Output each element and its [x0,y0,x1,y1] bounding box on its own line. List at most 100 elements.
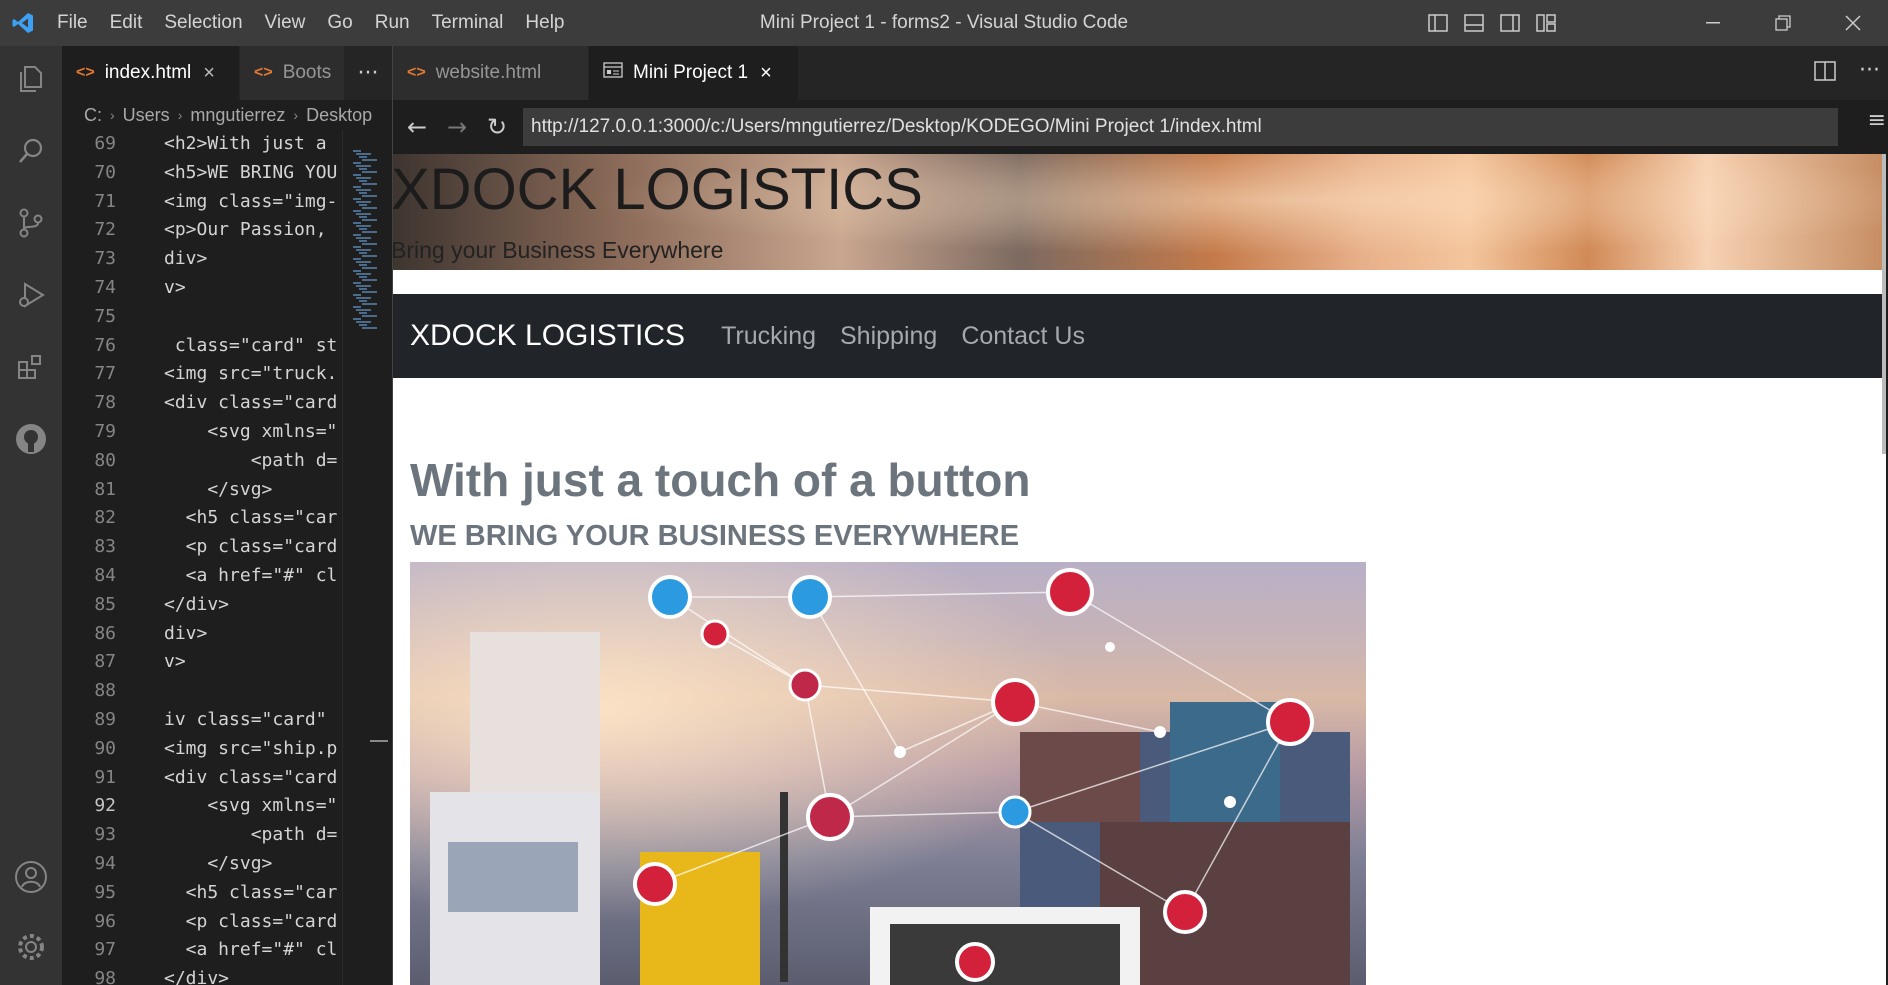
forward-icon[interactable]: → [437,107,477,147]
more-actions-icon[interactable]: ··· [1859,58,1880,83]
line-number: 92 [94,795,116,817]
code-text: <h5>WE BRING YOU [164,161,338,183]
settings-gear-icon[interactable] [0,916,62,978]
line-number: 74 [94,276,116,298]
minimap-line [356,321,371,323]
extensions-icon[interactable] [0,336,62,398]
split-editor-icon[interactable] [1814,61,1838,85]
line-number: 75 [94,305,116,327]
search-icon[interactable] [0,120,62,182]
menu-edit[interactable]: Edit [99,0,154,46]
minimap-line [356,297,371,299]
toggle-secondary-sidebar-icon[interactable] [1498,11,1522,35]
line-number: 93 [94,824,116,846]
github-icon[interactable] [0,408,62,470]
line-number: 78 [94,392,116,414]
menu-run[interactable]: Run [364,0,421,46]
line-number: 73 [94,248,116,270]
minimap-line [362,291,377,293]
minimap[interactable] [342,130,392,985]
minimap-line [359,252,367,254]
restore-icon[interactable] [1748,0,1818,46]
line-number: 90 [94,737,116,759]
browser-menu-icon[interactable]: ≡ [1868,108,1886,133]
chevron-right-icon: › [293,107,299,123]
files-icon[interactable] [0,48,62,110]
code-text: <div class="card [164,392,338,414]
nav-link-contact[interactable]: Contact Us [961,322,1085,351]
line-number: 83 [94,536,116,558]
html-file-icon: <> [254,64,273,81]
menu-selection[interactable]: Selection [153,0,253,46]
line-number: 71 [94,190,116,212]
minimap-line [353,318,361,320]
nav-link-shipping[interactable]: Shipping [840,322,937,351]
menu-help[interactable]: Help [514,0,575,46]
code-text: <p>Our Passion, [164,219,327,241]
minimap-line [353,258,361,260]
breadcrumb-item[interactable]: mngutierrez [190,105,285,126]
editor-scrollbar[interactable] [370,740,388,742]
code-editor[interactable]: 69 <h2>With just a 70 <h5>WE BRING YOU 71 <im… [62,130,392,985]
account-icon[interactable] [0,846,62,908]
minimap-line [356,273,371,275]
chevron-right-icon: › [177,107,183,123]
browser-preview-icon [603,62,623,84]
customize-layout-icon[interactable] [1534,11,1558,35]
more-actions-icon[interactable]: ··· [344,46,392,100]
page-scrollbar[interactable] [1882,154,1886,454]
code-text: <img class="img- [164,190,338,212]
code-text: iv class="card" [164,708,327,730]
nav-link-trucking[interactable]: Trucking [721,322,816,351]
minimap-line [362,303,377,305]
code-text: <img src="ship.p [164,737,338,759]
line-number: 69 [94,133,116,154]
minimap-line [359,168,367,170]
run-debug-icon[interactable] [0,264,62,326]
tab-mini-project-preview[interactable]: Mini Project 1 × [589,46,799,100]
reload-icon[interactable]: ↻ [477,107,517,147]
code-text: <div class="card [164,766,338,788]
minimap-line [362,231,377,233]
minimap-line [353,270,361,272]
line-number: 94 [94,852,116,874]
minimap-line [353,294,361,296]
page-subheading: WE BRING YOUR BUSINESS EVERYWHERE [410,520,1020,552]
tab-bootstrap[interactable]: <> Boots [240,46,350,100]
minimap-line [362,243,377,245]
source-control-icon[interactable] [0,192,62,254]
minimap-line [359,300,367,302]
tab-label: Mini Project 1 [633,62,749,83]
minimize-icon[interactable] [1678,0,1748,46]
right-tab-bar: <> website.html Mini Project 1 × ··· [393,46,1888,100]
breadcrumb-item[interactable]: Desktop [306,105,372,126]
minimap-line [356,189,371,191]
back-icon[interactable]: ← [397,107,437,147]
toggle-primary-sidebar-icon[interactable] [1426,11,1450,35]
code-text: <h5 class="car [164,881,338,903]
minimap-line [359,204,367,206]
menu-file[interactable]: File [46,0,99,46]
menu-view[interactable]: View [254,0,317,46]
close-window-icon[interactable] [1818,0,1888,46]
close-tab-icon[interactable]: × [203,62,215,85]
tab-index-html[interactable]: <> index.html × [62,46,240,100]
url-input[interactable] [523,108,1838,146]
minimap-line [362,171,377,173]
minimap-line [353,150,361,152]
breadcrumb-item[interactable]: C: [84,105,102,126]
minimap-line [359,276,367,278]
breadcrumb-item[interactable]: Users [123,105,170,126]
minimap-line [359,324,367,326]
toggle-panel-icon[interactable] [1462,11,1486,35]
navbar-brand[interactable]: XDOCK LOGISTICS [410,319,685,353]
breadcrumb: C: › Users › mngutierrez › Desktop [62,100,392,130]
menu-go[interactable]: Go [316,0,363,46]
close-tab-icon[interactable]: × [760,62,772,85]
menu-terminal[interactable]: Terminal [421,0,515,46]
minimap-line [353,162,361,164]
tab-website-html[interactable]: <> website.html [393,46,589,100]
minimap-line [356,153,371,155]
line-number: 88 [94,680,116,702]
